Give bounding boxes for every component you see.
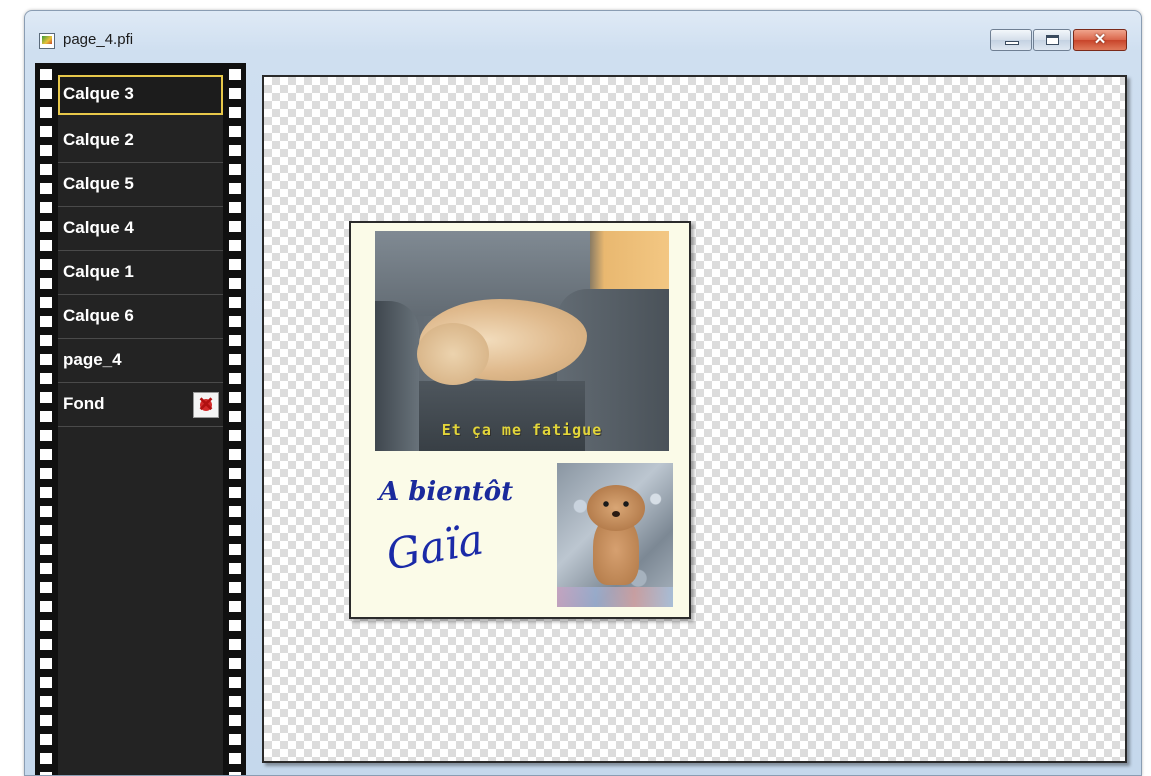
window-title: page_4.pfi bbox=[63, 31, 134, 48]
photo-caption: Et ça me fatigue bbox=[441, 421, 603, 439]
layer-label: Calque 6 bbox=[63, 306, 134, 325]
photo-dog-on-armchair: Et ça me fatigue bbox=[375, 231, 669, 451]
locked-icon[interactable] bbox=[193, 392, 219, 418]
layer-item-calque-4[interactable]: Calque 4 bbox=[58, 207, 223, 251]
close-icon: ✕ bbox=[1093, 31, 1107, 48]
layer-label: Fond bbox=[63, 394, 105, 413]
layer-item-calque-2[interactable]: Calque 2 bbox=[58, 119, 223, 163]
layer-item-fond[interactable]: Fond bbox=[58, 383, 223, 427]
puppy-nose bbox=[612, 511, 620, 517]
layer-list: Calque 3 Calque 2 Calque 5 Calque 4 Calq… bbox=[58, 75, 223, 775]
document-window: page_4.pfi ✕ Calque 3 Calque 2 Calque 5 bbox=[24, 10, 1142, 776]
armchair-seat bbox=[405, 381, 585, 451]
title-bar[interactable]: page_4.pfi ✕ bbox=[25, 11, 1141, 63]
film-perforation-left bbox=[40, 63, 52, 775]
layer-label: Calque 5 bbox=[63, 174, 134, 193]
layer-item-calque-1[interactable]: Calque 1 bbox=[58, 251, 223, 295]
layer-label: Calque 3 bbox=[63, 84, 134, 103]
greeting-line-2: Gaïa bbox=[382, 514, 487, 580]
canvas[interactable]: Et ça me fatigue A bientôt Gaïa bbox=[262, 75, 1127, 763]
layer-label: Calque 1 bbox=[63, 262, 134, 281]
layer-label: page_4 bbox=[63, 350, 122, 369]
sleeping-dog-head bbox=[417, 323, 489, 385]
layer-item-calque-3[interactable]: Calque 3 bbox=[58, 75, 223, 115]
layer-item-calque-6[interactable]: Calque 6 bbox=[58, 295, 223, 339]
layer-label: Calque 2 bbox=[63, 130, 134, 149]
close-button[interactable]: ✕ bbox=[1073, 29, 1127, 51]
greeting-card: Et ça me fatigue A bientôt Gaïa bbox=[349, 221, 691, 619]
layer-item-calque-5[interactable]: Calque 5 bbox=[58, 163, 223, 207]
layers-panel: Calque 3 Calque 2 Calque 5 Calque 4 Calq… bbox=[35, 63, 246, 775]
image-file-icon bbox=[39, 33, 55, 49]
film-perforation-right bbox=[229, 63, 241, 775]
maximize-icon bbox=[1046, 35, 1059, 45]
puppy-eyes bbox=[603, 501, 629, 507]
maximize-button[interactable] bbox=[1033, 29, 1071, 51]
layer-label: Calque 4 bbox=[63, 218, 134, 237]
minimize-icon bbox=[1005, 41, 1019, 45]
photo-puppy bbox=[557, 463, 673, 607]
puppy-head bbox=[587, 485, 645, 531]
layer-item-page-4[interactable]: page_4 bbox=[58, 339, 223, 383]
puppy-floor bbox=[557, 587, 673, 607]
minimize-button[interactable] bbox=[990, 29, 1032, 51]
greeting-line-1: A bientôt bbox=[379, 477, 514, 507]
